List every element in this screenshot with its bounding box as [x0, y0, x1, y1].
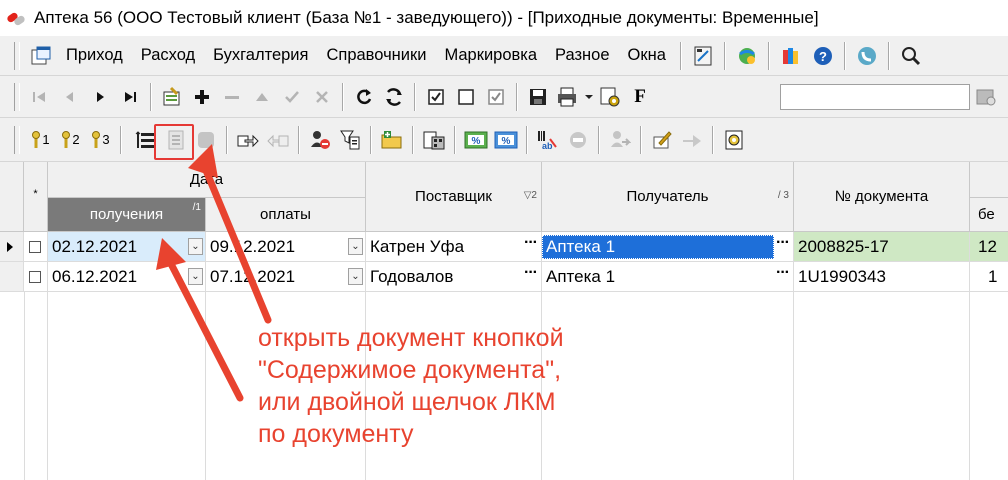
arrow-head-row	[156, 238, 186, 270]
annotation-line: "Содержимое документа",	[258, 356, 562, 384]
annotation-line: по документу	[258, 420, 414, 448]
annotation-line: открыть документ кнопкой	[258, 324, 564, 352]
arrow-to-button	[201, 164, 272, 324]
arrow-to-row	[164, 254, 244, 402]
annotation-line: или двойной щелчок ЛКМ	[258, 388, 556, 416]
annotation-text: открыть документ кнопкой "Содержимое док…	[258, 322, 564, 450]
arrow-head-button	[188, 144, 218, 178]
